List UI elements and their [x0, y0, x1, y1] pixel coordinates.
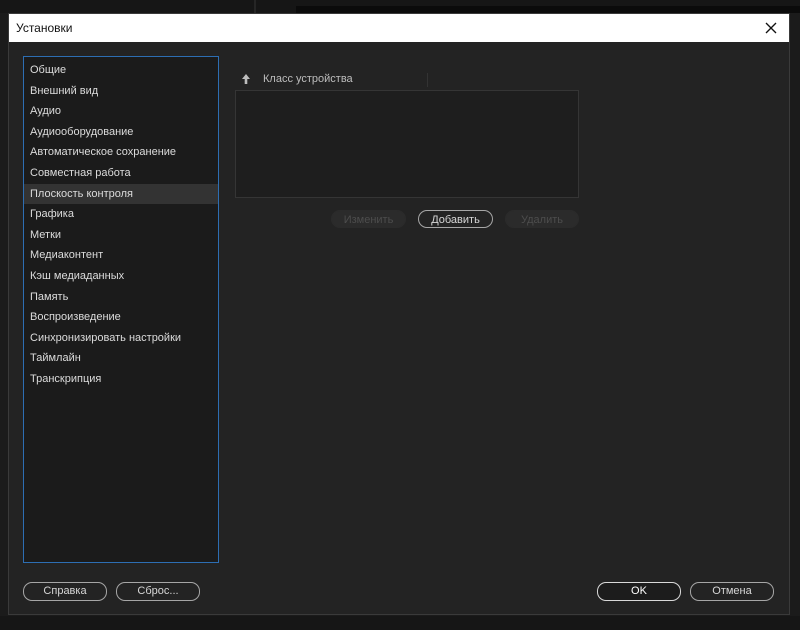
dialog-titlebar: Установки — [9, 14, 789, 42]
device-class-column-header[interactable]: Класс устройства — [235, 70, 579, 90]
category-item-memory[interactable]: Память — [24, 287, 218, 308]
sort-arrow-up-icon[interactable] — [241, 73, 251, 85]
category-item-transcription[interactable]: Транскрипция — [24, 369, 218, 390]
category-item-appearance[interactable]: Внешний вид — [24, 81, 218, 102]
category-item-general[interactable]: Общие — [24, 60, 218, 81]
background-bottom-bar — [0, 616, 800, 630]
preferences-dialog: Установки Общие Внешний вид Аудио Аудиоо… — [8, 13, 790, 615]
ok-button[interactable]: OK — [597, 582, 681, 601]
category-item-media[interactable]: Медиаконтент — [24, 245, 218, 266]
category-item-audio-hardware[interactable]: Аудиооборудование — [24, 122, 218, 143]
add-button[interactable]: Добавить — [418, 210, 493, 228]
help-button[interactable]: Справка — [23, 582, 107, 601]
background-panel — [296, 6, 800, 13]
background-separator — [254, 0, 256, 13]
category-item-graphics[interactable]: Графика — [24, 204, 218, 225]
device-class-label: Класс устройства — [263, 73, 353, 85]
category-item-audio[interactable]: Аудио — [24, 101, 218, 122]
category-item-playback[interactable]: Воспроизведение — [24, 307, 218, 328]
device-class-table[interactable] — [235, 90, 579, 198]
category-item-labels[interactable]: Метки — [24, 225, 218, 246]
category-item-sync-settings[interactable]: Синхронизировать настройки — [24, 328, 218, 349]
category-item-auto-save[interactable]: Автоматическое сохранение — [24, 142, 218, 163]
remove-button[interactable]: Удалить — [505, 210, 579, 228]
cancel-button[interactable]: Отмена — [690, 582, 774, 601]
column-divider — [427, 73, 428, 87]
category-list[interactable]: Общие Внешний вид Аудио Аудиооборудовани… — [23, 56, 219, 563]
category-item-collaboration[interactable]: Совместная работа — [24, 163, 218, 184]
close-icon — [765, 22, 777, 34]
category-item-control-surface[interactable]: Плоскость контроля — [24, 183, 218, 205]
close-button[interactable] — [761, 18, 781, 38]
dialog-title: Установки — [16, 21, 73, 35]
category-item-timeline[interactable]: Таймлайн — [24, 348, 218, 369]
edit-button[interactable]: Изменить — [331, 210, 406, 228]
category-item-media-cache[interactable]: Кэш медиаданных — [24, 266, 218, 287]
reset-button[interactable]: Сброс... — [116, 582, 200, 601]
